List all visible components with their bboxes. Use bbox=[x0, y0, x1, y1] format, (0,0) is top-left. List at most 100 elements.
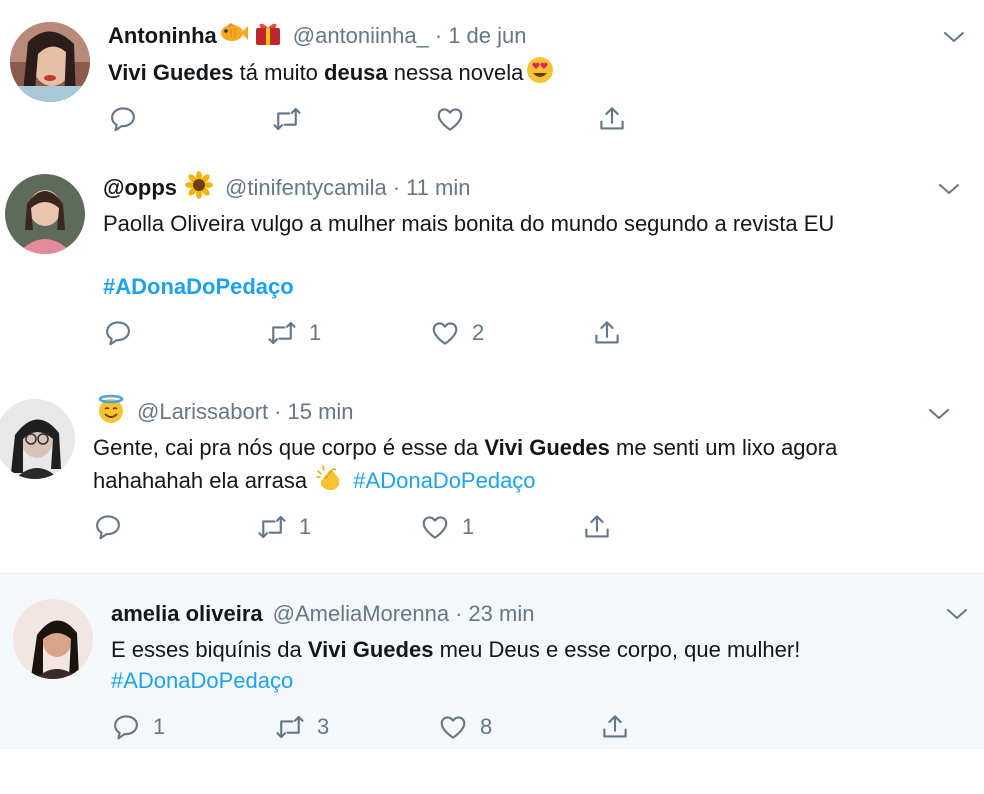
tweet-text: E esses biquínis da Vivi Guedes meu Deus… bbox=[111, 634, 800, 665]
timestamp[interactable]: 15 min bbox=[288, 399, 354, 425]
chevron-down-icon[interactable] bbox=[938, 182, 960, 196]
like-icon bbox=[438, 712, 468, 742]
share-button[interactable] bbox=[592, 317, 622, 349]
chevron-down-icon[interactable] bbox=[928, 407, 950, 421]
tweet-actions: 1 1 bbox=[93, 511, 653, 543]
reply-icon bbox=[93, 512, 123, 542]
username[interactable]: @tinifentycamila bbox=[225, 175, 387, 201]
fish-emoji-icon bbox=[219, 21, 249, 51]
halo-smile-emoji-icon bbox=[95, 394, 127, 430]
tweet-header: @Larissabort · 15 min bbox=[93, 394, 354, 430]
avatar[interactable] bbox=[5, 174, 85, 254]
separator-dot: · bbox=[434, 23, 443, 48]
tweet-header: Antoninha @antoniinha_ · 1 de jun bbox=[108, 21, 527, 51]
clapping-hands-emoji-icon bbox=[315, 463, 345, 501]
timestamp[interactable]: 1 de jun bbox=[448, 23, 526, 49]
tweet-text: Vivi Guedes tá muito deusa nessa novela bbox=[108, 55, 557, 93]
timestamp[interactable]: 23 min bbox=[468, 601, 534, 627]
reply-button[interactable] bbox=[108, 103, 150, 135]
display-name[interactable]: Antoninha bbox=[108, 23, 217, 49]
avatar[interactable] bbox=[10, 22, 90, 102]
chevron-down-icon[interactable] bbox=[946, 607, 968, 621]
avatar[interactable] bbox=[0, 399, 75, 479]
reply-button[interactable] bbox=[103, 317, 145, 349]
tweet-text: Paolla Oliveira vulgo a mulher mais boni… bbox=[103, 211, 835, 236]
tweet-text: Gente, cai pra nós que corpo é esse da V… bbox=[93, 432, 837, 463]
reply-button[interactable]: 1 bbox=[111, 711, 165, 743]
tweet-actions: 1 2 bbox=[103, 317, 663, 349]
retweet-icon bbox=[267, 318, 297, 348]
username[interactable]: @AmeliaMorenna bbox=[273, 601, 449, 627]
like-count: 8 bbox=[480, 714, 493, 739]
retweet-icon bbox=[275, 712, 305, 742]
reply-icon bbox=[103, 318, 133, 348]
hashtag-link[interactable]: #ADonaDoPedaço bbox=[111, 665, 293, 696]
share-icon bbox=[592, 318, 622, 348]
retweet-button[interactable]: 3 bbox=[275, 711, 329, 743]
timestamp[interactable]: 11 min bbox=[406, 175, 470, 201]
retweet-button[interactable]: 1 bbox=[257, 511, 311, 543]
separator-dot: · bbox=[455, 601, 463, 626]
hashtag-link[interactable]: #ADonaDoPedaço bbox=[353, 468, 535, 493]
like-button[interactable]: 2 bbox=[430, 317, 484, 349]
retweet-icon bbox=[272, 104, 302, 134]
tweet-text-part: meu Deus e esse corpo, que mulher! bbox=[433, 637, 801, 662]
like-button[interactable] bbox=[435, 103, 477, 135]
retweet-button[interactable]: 1 bbox=[267, 317, 321, 349]
tweet-text-part: E esses biquínis da bbox=[111, 637, 308, 662]
avatar[interactable] bbox=[13, 599, 93, 679]
tweet-text-part: tá muito bbox=[233, 59, 325, 85]
tweet-actions bbox=[108, 103, 668, 135]
tweet[interactable]: @Larissabort · 15 min Gente, cai pra nós… bbox=[0, 385, 984, 563]
separator-dot: · bbox=[274, 399, 282, 424]
reply-count: 1 bbox=[153, 714, 166, 739]
tweet[interactable]: @opps @tinifentycamila · 11 min Paolla O… bbox=[0, 155, 984, 373]
tweet-text-part: me senti um lixo agora bbox=[609, 435, 838, 460]
chevron-down-icon[interactable] bbox=[943, 30, 965, 44]
tweet-text-part: nessa novela bbox=[387, 59, 524, 85]
tweet-actions: 1 3 8 bbox=[111, 711, 671, 743]
heart-eyes-emoji-icon bbox=[525, 55, 555, 93]
tweet-text-bold: Vivi Guedes bbox=[484, 435, 610, 460]
retweet-count: 1 bbox=[299, 514, 312, 539]
tweet-text-bold: Vivi Guedes bbox=[307, 637, 434, 662]
like-count: 1 bbox=[462, 514, 475, 539]
gift-emoji-icon bbox=[253, 19, 283, 53]
reply-button[interactable] bbox=[93, 511, 135, 543]
retweet-count: 3 bbox=[317, 714, 330, 739]
tweet-header: amelia oliveira @AmeliaMorenna · 23 min bbox=[111, 599, 534, 629]
display-name[interactable]: @opps bbox=[103, 175, 177, 201]
tweet-text-part: hahahahah ela arrasa bbox=[93, 467, 314, 493]
display-name[interactable]: amelia oliveira bbox=[111, 601, 263, 627]
tweet-feed: Antoninha @antoniinha_ · 1 de jun Vivi G… bbox=[0, 0, 984, 794]
username[interactable]: @Larissabort bbox=[137, 399, 268, 425]
share-button[interactable] bbox=[597, 103, 627, 135]
retweet-icon bbox=[257, 512, 287, 542]
separator-dot: · bbox=[392, 175, 401, 200]
page-background bbox=[0, 749, 984, 794]
tweet-text-part: Gente, cai pra nós que corpo é esse da bbox=[93, 435, 485, 460]
share-button[interactable] bbox=[600, 711, 630, 743]
like-button[interactable]: 8 bbox=[438, 711, 492, 743]
tweet-text-bold: deusa bbox=[324, 59, 388, 85]
username[interactable]: @antoniinha_ bbox=[293, 23, 429, 49]
share-button[interactable] bbox=[582, 511, 612, 543]
like-count: 2 bbox=[472, 320, 485, 345]
like-button[interactable]: 1 bbox=[420, 511, 474, 543]
hashtag-link[interactable]: #ADonaDoPedaço bbox=[103, 271, 294, 302]
retweet-button[interactable] bbox=[272, 103, 314, 135]
share-icon bbox=[600, 712, 630, 742]
tweet[interactable]: Antoninha @antoniinha_ · 1 de jun Vivi G… bbox=[0, 0, 984, 148]
share-icon bbox=[597, 104, 627, 134]
tweet-header: @opps @tinifentycamila · 11 min bbox=[103, 171, 470, 205]
tweet-text-bold: Vivi Guedes bbox=[108, 59, 234, 85]
retweet-count: 1 bbox=[309, 320, 322, 345]
tweet-highlighted[interactable]: amelia oliveira @AmeliaMorenna · 23 min … bbox=[0, 573, 984, 750]
reply-icon bbox=[108, 104, 138, 134]
sunflower-emoji-icon bbox=[185, 171, 214, 205]
like-icon bbox=[435, 104, 465, 134]
tweet-text-line2: hahahahah ela arrasa #ADonaDoPedaço bbox=[93, 463, 536, 501]
like-icon bbox=[420, 512, 450, 542]
like-icon bbox=[430, 318, 460, 348]
share-icon bbox=[582, 512, 612, 542]
